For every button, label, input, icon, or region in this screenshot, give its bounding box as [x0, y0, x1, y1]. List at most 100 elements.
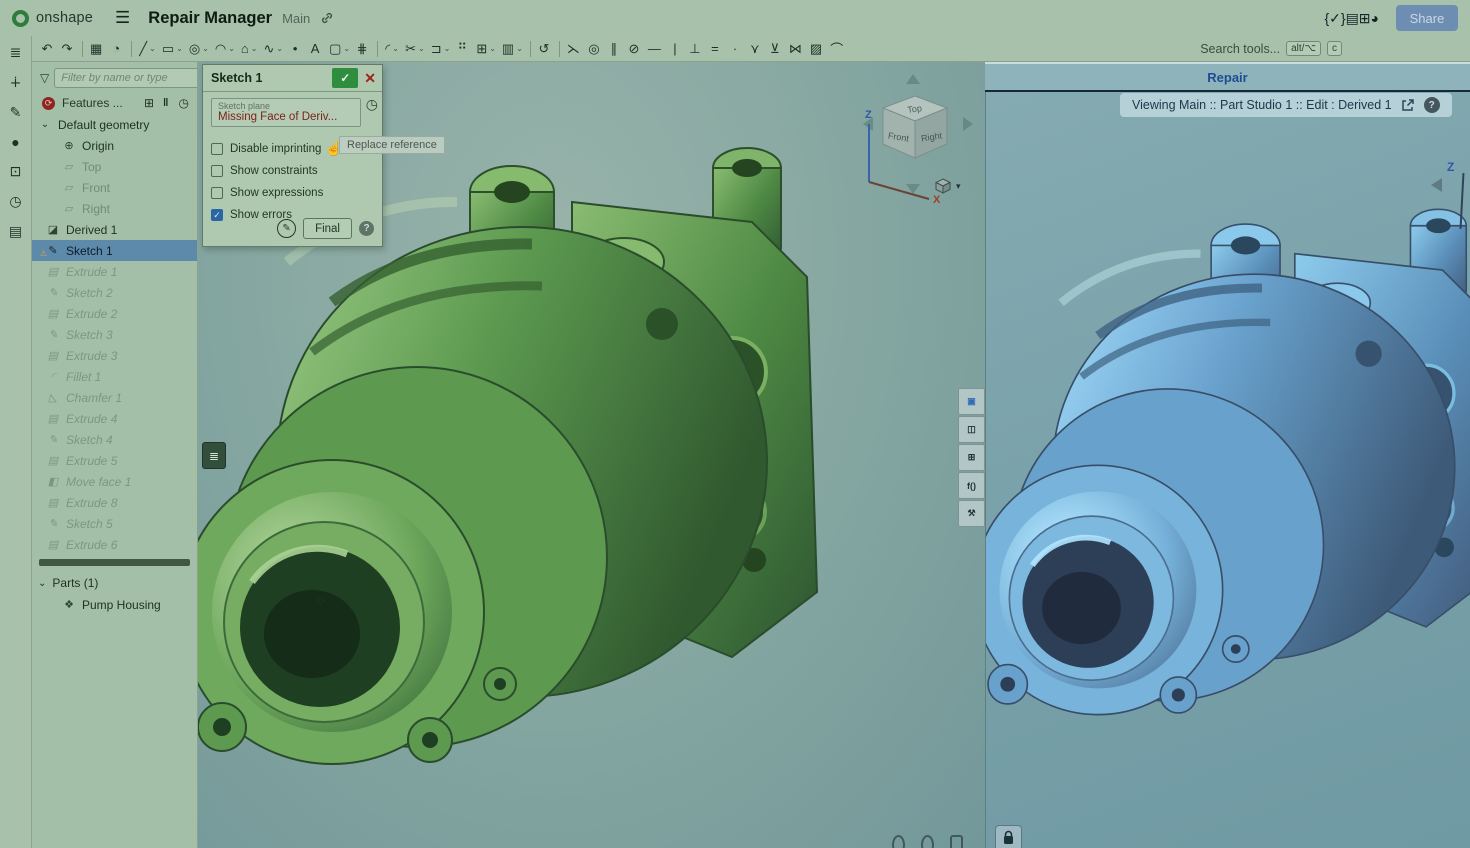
concentric-constraint-icon[interactable]: ◎ — [585, 38, 605, 60]
feature-tree-item[interactable]: ⚠ ▤ Extrude 8 — [32, 492, 197, 513]
feature-tree-item[interactable]: ⚠ ✎ Sketch 2 — [32, 282, 197, 303]
equal-constraint-icon[interactable]: = — [706, 38, 726, 60]
comment-icon[interactable]: ● — [11, 134, 19, 150]
sketch-copy-icon[interactable]: ▦ — [87, 38, 107, 60]
workspace-name[interactable]: Main — [282, 11, 310, 26]
view-lock-icon[interactable] — [995, 825, 1022, 848]
repair-3d-viewport[interactable] — [985, 62, 1470, 848]
history-clock-icon[interactable]: ◷ — [366, 96, 378, 113]
midpoint-constraint-icon[interactable]: ∙ — [726, 38, 746, 60]
vertical-constraint-icon[interactable]: | — [666, 38, 686, 60]
rotate-left-arrow-icon[interactable] — [1431, 178, 1442, 192]
apps-grid-icon[interactable]: ⊞ — [1359, 10, 1371, 27]
slot-tool-icon[interactable]: ▢ ⌄ — [326, 38, 353, 60]
fix-constraint-icon[interactable]: ▨ — [807, 38, 827, 60]
feature-tree-item[interactable]: ⚠ ▤ Extrude 6 — [32, 534, 197, 555]
circle-tool-icon[interactable]: ◎ ⌄ — [186, 38, 212, 60]
part-list-item[interactable]: ❖ Pump Housing — [32, 594, 197, 615]
divider[interactable] — [530, 41, 531, 57]
curvature-constraint-icon[interactable]: ⌒ — [827, 38, 848, 60]
horizontal-constraint-icon[interactable]: — — [645, 38, 666, 60]
dimension-tool-icon[interactable]: ⠛ — [453, 38, 473, 60]
feature-tree-item[interactable]: ⚠ ▱ Front — [32, 177, 197, 198]
insert-instance-icon[interactable]: ∔ — [10, 74, 22, 91]
feature-list-icon[interactable]: ≣ — [10, 44, 22, 61]
pump-housing-model-blue[interactable] — [985, 147, 1470, 754]
rollback-bar[interactable] — [39, 559, 190, 566]
feature-tree-item[interactable]: ⚠ ◺ Chamfer 1 — [32, 387, 197, 408]
history-icon[interactable]: ◷ — [9, 193, 21, 210]
compare-pattern-icon[interactable]: ⊞ — [958, 444, 985, 471]
divider[interactable] — [82, 41, 83, 57]
dialog-checkbox[interactable]: ✓ Show constraints — [211, 162, 374, 180]
coincident-constraint-icon[interactable]: ⋋ — [564, 38, 585, 60]
link-icon[interactable] — [320, 11, 334, 25]
redo-icon[interactable]: ↷ — [58, 38, 78, 60]
feature-tree-item[interactable]: ⚠ ▤ Extrude 1 — [32, 261, 197, 282]
trim-tool-icon[interactable]: ✂ ⌄ — [402, 38, 428, 60]
help-icon[interactable]: ? — [1424, 97, 1440, 113]
perpendicular-constraint-icon[interactable]: ⊥ — [686, 38, 706, 60]
feature-tree-item[interactable]: ⚠ ✎ Sketch 3 — [32, 324, 197, 345]
compare-assembly-icon[interactable]: ▣ — [958, 388, 985, 415]
divider[interactable] — [377, 41, 378, 57]
filter-input[interactable] — [54, 68, 198, 88]
collapsed-dialog-list-toggle[interactable]: ≣ — [202, 442, 226, 469]
parallel-constraint-icon[interactable]: ∥ — [605, 38, 625, 60]
confirm-button[interactable]: ✓ — [332, 68, 358, 88]
compare-featurescript-icon[interactable]: f() — [958, 472, 985, 499]
dialog-checkbox[interactable]: ✓ Show expressions — [211, 184, 374, 202]
text-tool-icon[interactable]: A — [306, 38, 326, 60]
feature-tree-item[interactable]: ⚠ ✎ Sketch 5 — [32, 513, 197, 534]
final-button[interactable]: Final — [303, 218, 352, 239]
export-dxf-icon[interactable]: ▥ ⌄ — [499, 38, 526, 60]
help-orb-icon[interactable]: ◕ — [1371, 10, 1379, 26]
feature-tree-item[interactable]: ⚠ ✎ Sketch 1 — [32, 240, 197, 261]
feature-tree-item[interactable]: ⚠ ⊕ Origin — [32, 135, 197, 156]
point-tool-icon[interactable]: • — [286, 38, 306, 60]
onshape-logo[interactable]: onshape — [12, 10, 93, 27]
line-tool-icon[interactable]: ╱ ⌄ — [136, 38, 159, 60]
viewport-divider[interactable] — [985, 62, 986, 848]
rotate-sketch-icon[interactable]: ↺ — [535, 38, 555, 60]
parts-section-header[interactable]: ⌄ Parts (1) — [32, 572, 197, 594]
mirror-tool-icon[interactable]: ⋕ — [353, 38, 373, 60]
feature-tree-item[interactable]: ⚠ ▤ Extrude 3 — [32, 345, 197, 366]
search-tools[interactable]: Search tools... alt/⌥ c — [1200, 41, 1342, 56]
undo-icon[interactable]: ↶ — [38, 38, 58, 60]
feature-tree-item[interactable]: ⚠ ◧ Move face 1 — [32, 471, 197, 492]
rollback-history-icon[interactable]: ◷ — [179, 96, 189, 110]
compare-section-icon[interactable]: ◫ — [958, 416, 985, 443]
open-external-icon[interactable] — [1401, 98, 1415, 112]
feature-tree-item[interactable]: ⚠ ⌄ Default geometry — [32, 114, 197, 135]
inspect-icon[interactable]: ◔ — [107, 38, 127, 60]
sketch-plane-field[interactable]: Sketch plane Missing Face of Deriv... — [211, 98, 361, 127]
polygon-tool-icon[interactable]: ⌂ ⌄ — [238, 38, 261, 60]
sketch-origin-point[interactable] — [317, 597, 324, 604]
cancel-button[interactable]: ✕ — [364, 70, 376, 87]
rectangle-tool-icon[interactable]: ▭ ⌄ — [159, 38, 186, 60]
sketch-tools-icon[interactable]: ✎ — [277, 219, 296, 238]
feature-tree-item[interactable]: ⚠ ▤ Extrude 5 — [32, 450, 197, 471]
divider[interactable] — [131, 41, 132, 57]
feature-tree-item[interactable]: ⚠ ▤ Extrude 4 — [32, 408, 197, 429]
feature-tree-item[interactable]: ⚠ ◜ Fillet 1 — [32, 366, 197, 387]
arc-tool-icon[interactable]: ◠ ⌄ — [212, 38, 238, 60]
bom-table-icon[interactable]: ▤ — [1346, 10, 1359, 27]
view-options-dropdown[interactable]: ▾ — [935, 178, 961, 194]
symmetry-constraint-icon[interactable]: ⋈ — [786, 38, 807, 60]
feature-tree-item[interactable]: ⚠ ✎ Sketch 4 — [32, 429, 197, 450]
sketch-origin-point[interactable] — [1077, 589, 1084, 596]
tangent-constraint-icon[interactable]: ⊘ — [625, 38, 645, 60]
view-cube[interactable]: Top Front Right Z X — [853, 66, 983, 206]
feature-tree-item[interactable]: ⚠ ▱ Top — [32, 156, 197, 177]
main-menu-icon[interactable]: ☰ — [115, 8, 130, 28]
feature-tree-item[interactable]: ⚠ ▱ Right — [32, 198, 197, 219]
fillet-tool-icon[interactable]: ◜ ⌄ — [382, 38, 402, 60]
tab-repair[interactable]: Repair — [1207, 70, 1247, 85]
feature-script-check-icon[interactable]: {✓} — [1324, 10, 1345, 27]
repair-tools-icon[interactable]: ⚒ — [958, 500, 985, 527]
normal-constraint-icon[interactable]: ⋎ — [746, 38, 766, 60]
lookup-cube-icon[interactable]: ⊡ — [10, 163, 22, 180]
new-folder-icon[interactable]: ⊞ — [144, 96, 154, 110]
